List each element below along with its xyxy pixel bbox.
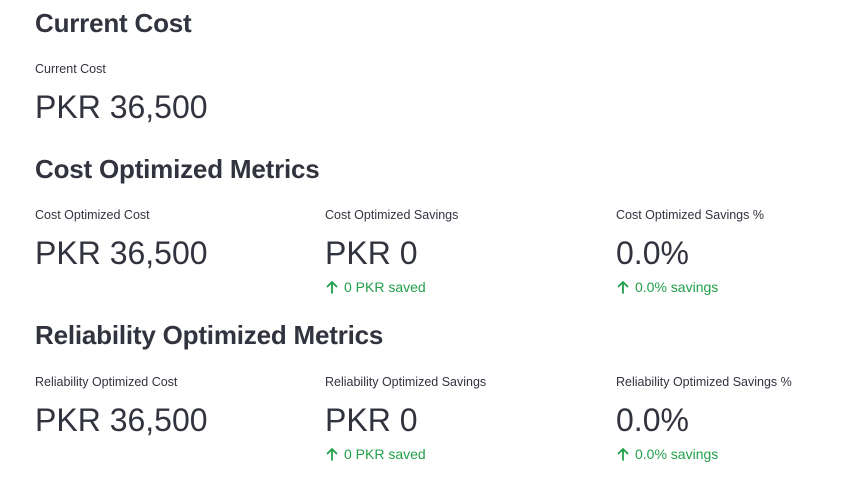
current-cost-heading: Current Cost [35, 8, 192, 38]
cost-optimized-cost-metric: Cost Optimized Cost PKR 36,500 [35, 207, 315, 273]
metric-label: Reliability Optimized Savings [325, 375, 487, 389]
metric-value: PKR 36,500 [35, 89, 208, 125]
arrow-up-icon [325, 447, 339, 461]
metric-value: PKR 0 [325, 235, 418, 271]
cost-optimized-heading: Cost Optimized Metrics [35, 154, 320, 184]
metric-delta-text: 0.0% savings [635, 446, 719, 462]
reliability-optimized-savings-metric: Reliability Optimized Savings PKR 0 0 PK… [325, 374, 605, 463]
current-cost-metric: Current Cost PKR 36,500 [35, 61, 315, 127]
cost-optimized-savings-percent-metric: Cost Optimized Savings % 0.0% 0.0% savin… [616, 207, 849, 296]
metric-delta: 0.0% savings [616, 445, 849, 463]
arrow-up-icon [616, 280, 630, 294]
metric-label: Cost Optimized Savings [325, 208, 459, 222]
metric-value: PKR 36,500 [35, 235, 208, 271]
metric-label: Reliability Optimized Savings % [616, 375, 792, 389]
metric-delta-text: 0 PKR saved [344, 446, 426, 462]
reliability-optimized-cost-metric: Reliability Optimized Cost PKR 36,500 [35, 374, 315, 440]
metric-value: PKR 36,500 [35, 402, 208, 438]
metric-label: Current Cost [35, 62, 106, 76]
reliability-optimized-savings-percent-metric: Reliability Optimized Savings % 0.0% 0.0… [616, 374, 849, 463]
cost-optimized-savings-metric: Cost Optimized Savings PKR 0 0 PKR saved [325, 207, 605, 296]
metric-value: 0.0% [616, 235, 689, 271]
metric-label: Cost Optimized Savings % [616, 208, 764, 222]
arrow-up-icon [616, 447, 630, 461]
reliability-optimized-heading: Reliability Optimized Metrics [35, 320, 384, 350]
metric-delta-text: 0.0% savings [635, 279, 719, 295]
metric-delta: 0 PKR saved [325, 278, 605, 296]
metric-label: Cost Optimized Cost [35, 208, 150, 222]
metric-delta-text: 0 PKR saved [344, 279, 426, 295]
arrow-up-icon [325, 280, 339, 294]
metric-value: PKR 0 [325, 402, 418, 438]
metric-delta: 0 PKR saved [325, 445, 605, 463]
metric-delta: 0.0% savings [616, 278, 849, 296]
metric-label: Reliability Optimized Cost [35, 375, 178, 389]
metric-value: 0.0% [616, 402, 689, 438]
